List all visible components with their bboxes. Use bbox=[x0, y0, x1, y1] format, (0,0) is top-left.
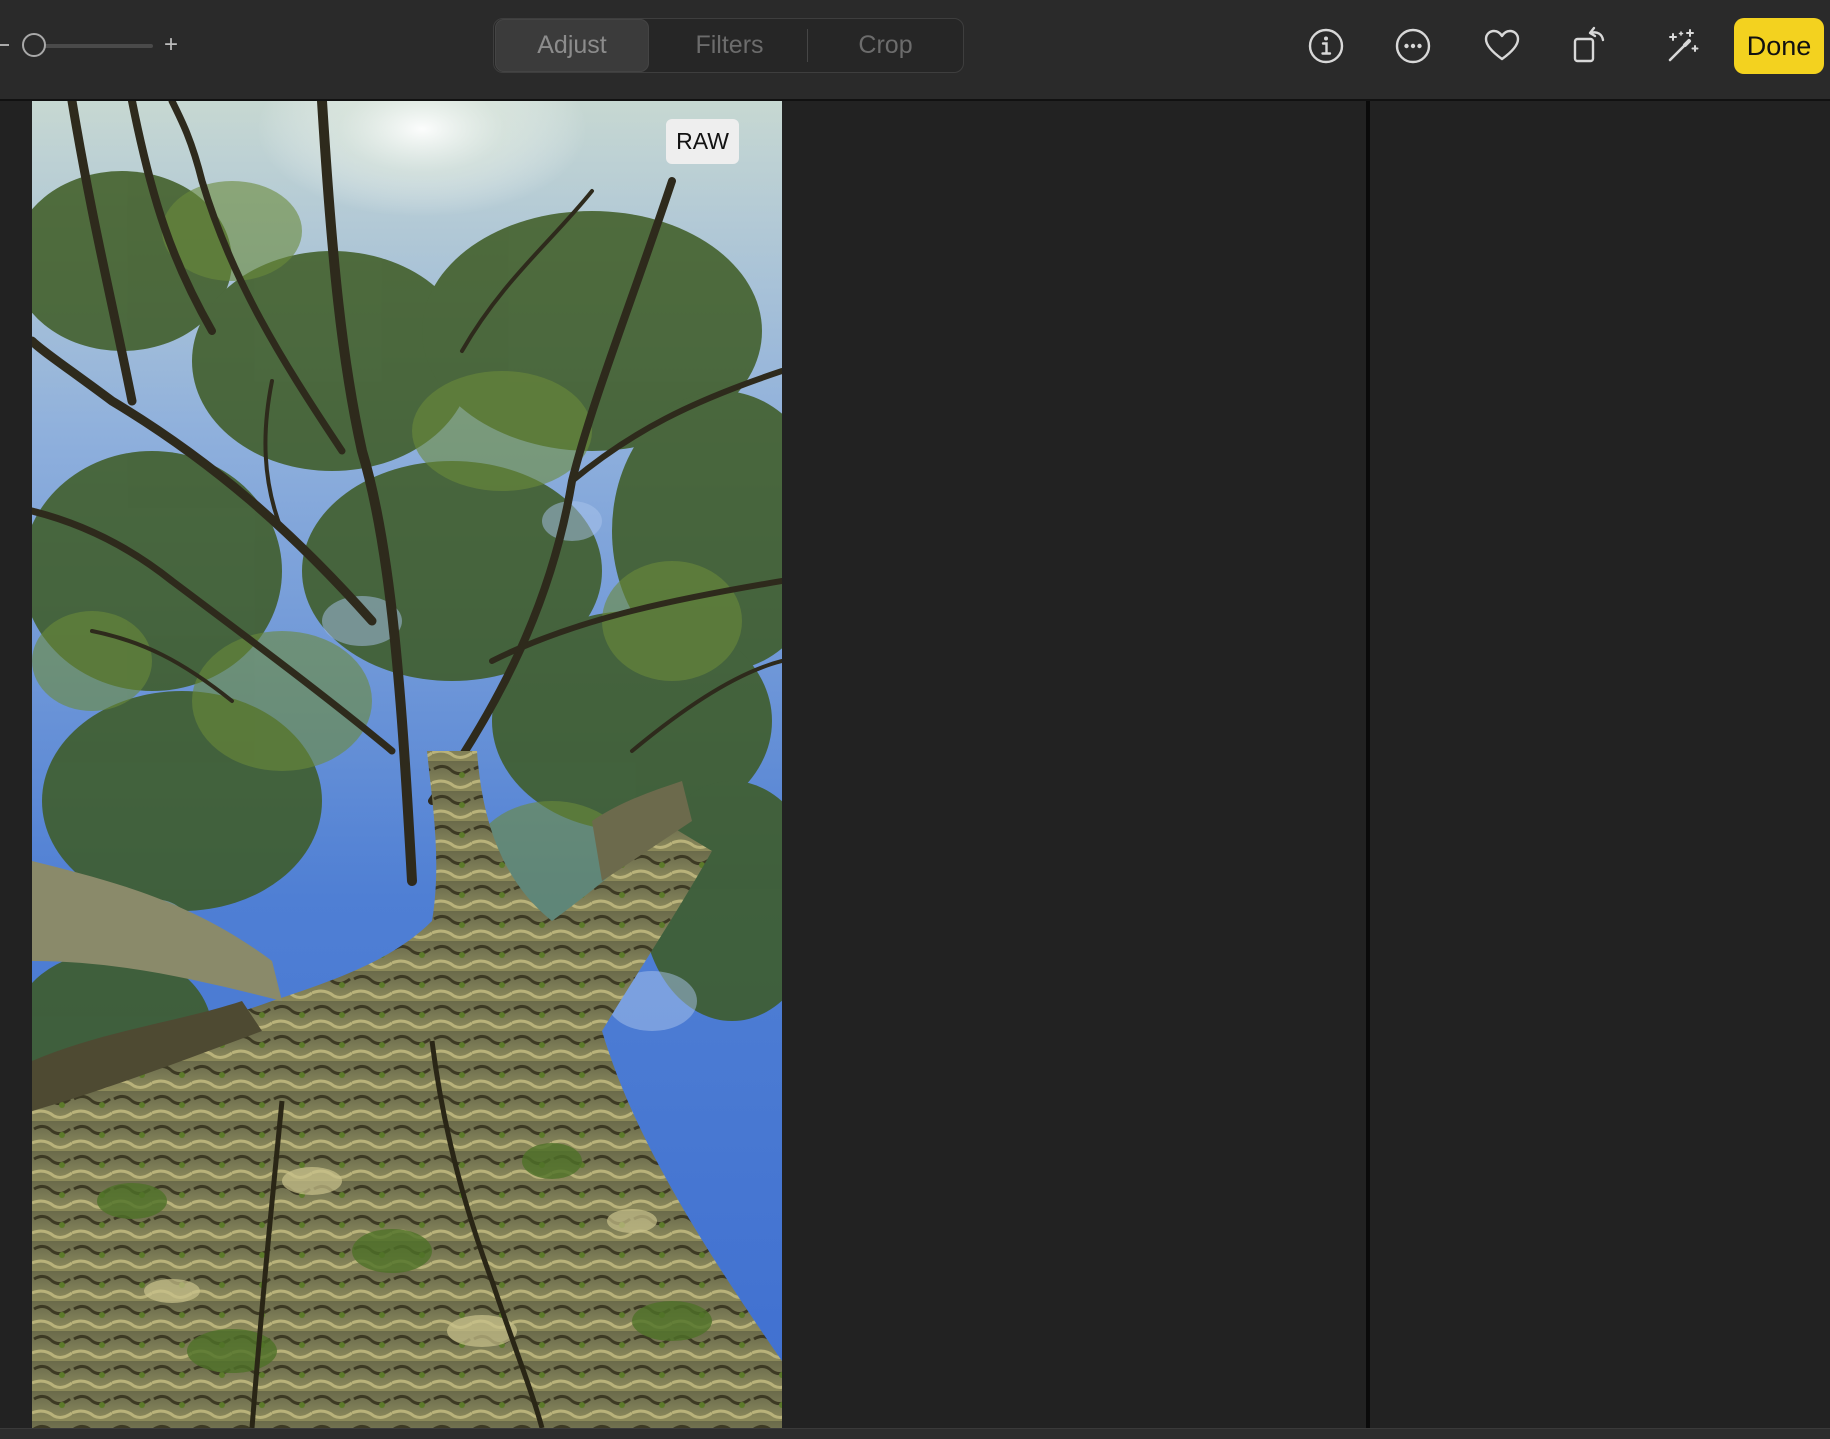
tab-adjust[interactable]: Adjust bbox=[495, 19, 649, 72]
tab-filters[interactable]: Filters bbox=[652, 19, 807, 72]
tree-photo bbox=[32, 101, 782, 1428]
zoom-slider-knob[interactable] bbox=[22, 33, 46, 57]
done-button[interactable]: Done bbox=[1734, 18, 1824, 74]
rotate-icon[interactable] bbox=[1567, 22, 1615, 70]
more-icon[interactable] bbox=[1389, 22, 1437, 70]
tab-crop[interactable]: Crop bbox=[808, 19, 963, 72]
raw-badge: RAW bbox=[666, 119, 739, 164]
magic-wand-icon[interactable] bbox=[1657, 22, 1705, 70]
zoom-plus-icon[interactable]: + bbox=[164, 28, 178, 62]
info-icon[interactable] bbox=[1302, 22, 1350, 70]
toolbar: + Adjust Filters Crop Done bbox=[0, 0, 1830, 101]
panel-divider bbox=[1366, 101, 1370, 1438]
zoom-minus-icon[interactable] bbox=[0, 44, 9, 46]
bottom-edge bbox=[0, 1428, 1830, 1439]
heart-icon[interactable] bbox=[1478, 22, 1526, 70]
photo-canvas[interactable] bbox=[32, 101, 782, 1428]
edit-mode-segmented-control: Adjust Filters Crop bbox=[493, 18, 964, 73]
